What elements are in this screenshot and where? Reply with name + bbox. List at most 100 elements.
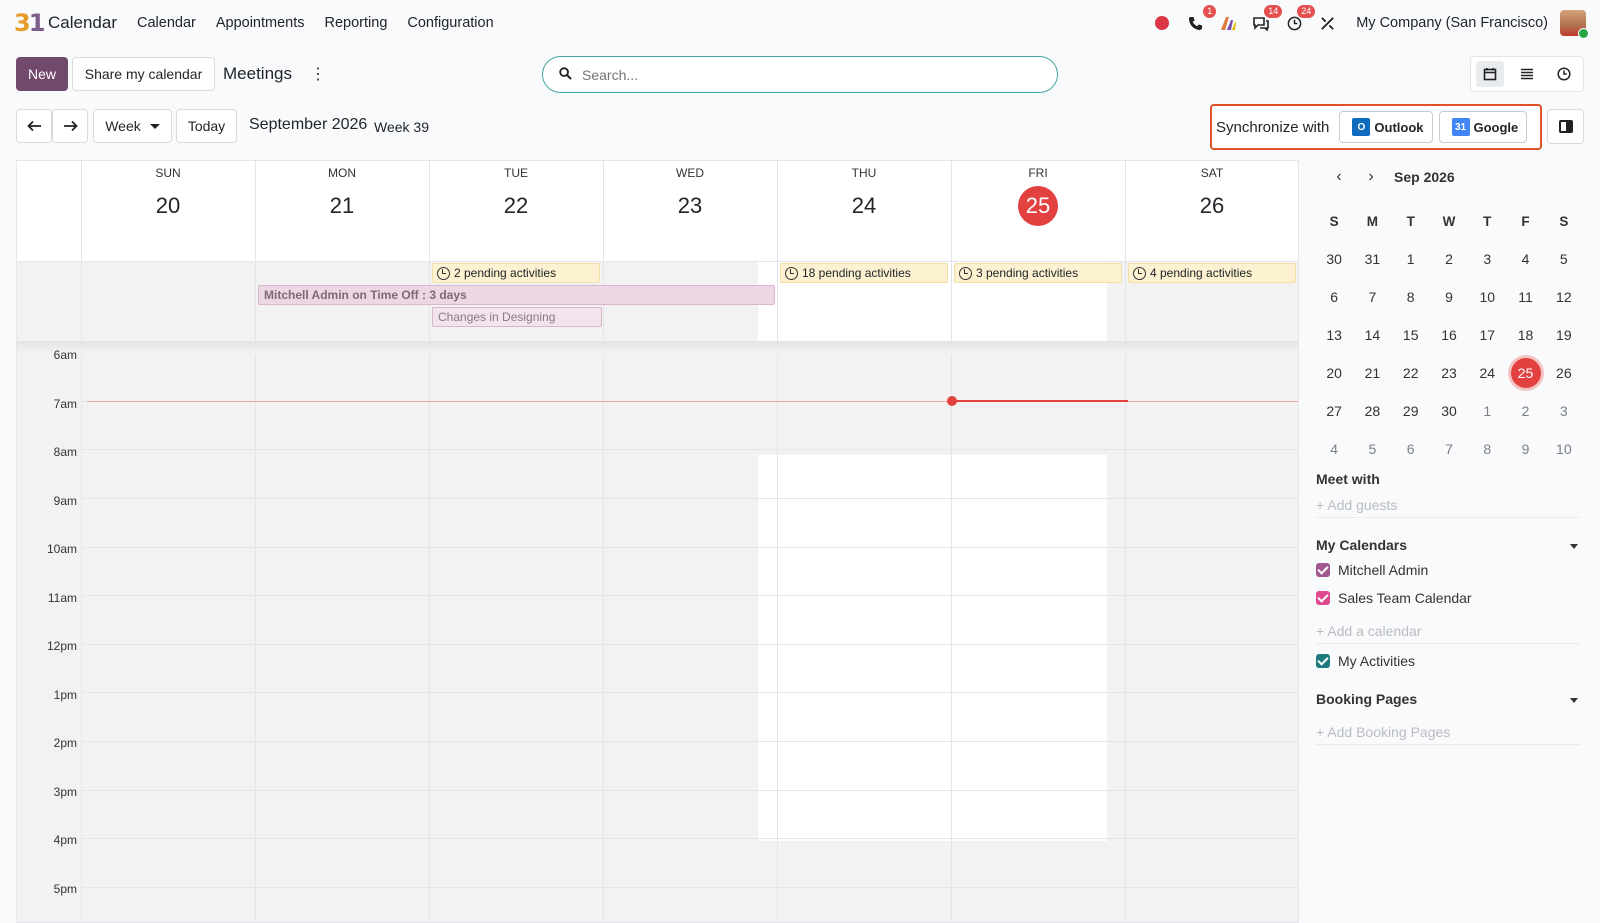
mini-day[interactable]: 1 bbox=[1392, 243, 1430, 275]
activity-view-icon[interactable] bbox=[1550, 61, 1578, 87]
menu-item-appointments[interactable]: Appointments bbox=[216, 15, 305, 31]
mini-day[interactable]: 2 bbox=[1430, 243, 1468, 275]
mini-day[interactable]: 4 bbox=[1506, 243, 1544, 275]
mini-day[interactable]: 29 bbox=[1392, 395, 1430, 427]
mini-day[interactable]: 31 bbox=[1353, 243, 1391, 275]
sync-google-button[interactable]: 31 Google bbox=[1438, 111, 1528, 143]
mini-day-other-month[interactable]: 7 bbox=[1430, 433, 1468, 465]
pending-activities-thu[interactable]: 18 pending activities bbox=[780, 263, 948, 283]
toggle-sidebar-button[interactable] bbox=[1547, 109, 1584, 144]
scale-dropdown[interactable]: Week bbox=[93, 109, 172, 143]
mini-day[interactable]: 20 bbox=[1315, 357, 1353, 389]
chevron-right-icon[interactable]: › bbox=[1362, 168, 1380, 186]
mini-day[interactable]: 13 bbox=[1315, 319, 1353, 351]
mini-day[interactable]: 21 bbox=[1353, 357, 1391, 389]
today-button[interactable]: Today bbox=[176, 109, 237, 143]
day-header-sat[interactable]: SAT 26 bbox=[1125, 161, 1298, 261]
mini-day-today[interactable]: 25 bbox=[1506, 357, 1544, 389]
mini-day-other-month[interactable]: 1 bbox=[1468, 395, 1506, 427]
menu-item-configuration[interactable]: Configuration bbox=[407, 15, 493, 31]
mini-day[interactable]: 23 bbox=[1430, 357, 1468, 389]
add-calendar-input[interactable]: + Add a calendar bbox=[1316, 623, 1580, 644]
mini-day[interactable]: 10 bbox=[1468, 281, 1506, 313]
new-button[interactable]: New bbox=[16, 57, 68, 91]
add-booking-pages-input[interactable]: + Add Booking Pages bbox=[1316, 724, 1580, 745]
user-avatar[interactable] bbox=[1560, 10, 1589, 39]
calendar-filter-mitchell[interactable]: Mitchell Admin bbox=[1316, 562, 1428, 578]
mini-day[interactable]: 5 bbox=[1545, 243, 1583, 275]
mini-day[interactable]: 18 bbox=[1506, 319, 1544, 351]
phone-icon[interactable]: 1 bbox=[1184, 5, 1217, 34]
day-header-tue[interactable]: TUE 22 bbox=[429, 161, 603, 261]
activities-clock-icon[interactable]: 24 bbox=[1283, 5, 1316, 34]
day-header-wed[interactable]: WED 23 bbox=[603, 161, 777, 261]
my-calendars-title[interactable]: My Calendars bbox=[1316, 537, 1407, 553]
day-header-fri[interactable]: FRI 25 bbox=[951, 161, 1125, 261]
share-calendar-button[interactable]: Share my calendar bbox=[72, 57, 215, 91]
checkbox-checked[interactable] bbox=[1316, 654, 1330, 668]
record-icon[interactable] bbox=[1151, 12, 1173, 34]
mini-day[interactable]: 26 bbox=[1545, 357, 1583, 389]
mini-day-other-month[interactable]: 10 bbox=[1545, 433, 1583, 465]
search-bar[interactable] bbox=[542, 56, 1058, 93]
mini-day-other-month[interactable]: 5 bbox=[1353, 433, 1391, 465]
mini-day[interactable]: 22 bbox=[1392, 357, 1430, 389]
mini-day[interactable]: 7 bbox=[1353, 281, 1391, 313]
ai-icon[interactable] bbox=[1217, 12, 1239, 34]
mini-day-other-month[interactable]: 3 bbox=[1545, 395, 1583, 427]
mini-day[interactable]: 27 bbox=[1315, 395, 1353, 427]
search-input[interactable] bbox=[582, 66, 1022, 83]
early-hours-area bbox=[17, 355, 1298, 455]
day-header-sun[interactable]: SUN 20 bbox=[81, 161, 255, 261]
chevron-left-icon[interactable]: ‹ bbox=[1330, 168, 1348, 186]
mini-day-other-month[interactable]: 9 bbox=[1506, 433, 1544, 465]
menu-item-calendar[interactable]: Calendar bbox=[137, 15, 196, 31]
mini-day-other-month[interactable]: 8 bbox=[1468, 433, 1506, 465]
calendar-filter-sales-team[interactable]: Sales Team Calendar bbox=[1316, 590, 1472, 606]
list-view-icon[interactable] bbox=[1513, 61, 1541, 87]
mini-day[interactable]: 16 bbox=[1430, 319, 1468, 351]
pending-activities-fri[interactable]: 3 pending activities bbox=[954, 263, 1122, 283]
tools-icon[interactable] bbox=[1316, 12, 1338, 34]
event-time-off[interactable]: Mitchell Admin on Time Off : 3 days bbox=[258, 285, 775, 305]
mini-day-other-month[interactable]: 4 bbox=[1315, 433, 1353, 465]
mini-day[interactable]: 28 bbox=[1353, 395, 1391, 427]
mini-day[interactable]: 9 bbox=[1430, 281, 1468, 313]
actions-kebab-icon[interactable]: ⋮ bbox=[310, 64, 326, 84]
mini-day[interactable]: 24 bbox=[1468, 357, 1506, 389]
mini-day[interactable]: 30 bbox=[1315, 243, 1353, 275]
mini-day-other-month[interactable]: 6 bbox=[1392, 433, 1430, 465]
pending-activities-tue[interactable]: 2 pending activities bbox=[432, 263, 600, 283]
menu-item-reporting[interactable]: Reporting bbox=[325, 15, 388, 31]
checkbox-checked[interactable] bbox=[1316, 591, 1330, 605]
mini-calendar-month: Sep 2026 bbox=[1394, 169, 1455, 185]
mini-day[interactable]: 8 bbox=[1392, 281, 1430, 313]
mini-day[interactable]: 3 bbox=[1468, 243, 1506, 275]
my-activities-filter[interactable]: My Activities bbox=[1316, 653, 1415, 669]
app-brand[interactable]: 31 Calendar bbox=[14, 9, 117, 37]
mini-day-other-month[interactable]: 2 bbox=[1506, 395, 1544, 427]
calendar-view-icon[interactable] bbox=[1475, 61, 1504, 87]
mini-day[interactable]: 17 bbox=[1468, 319, 1506, 351]
mini-day[interactable]: 11 bbox=[1506, 281, 1544, 313]
caret-down-icon[interactable] bbox=[1570, 544, 1578, 549]
next-week-button[interactable] bbox=[52, 109, 88, 143]
mini-day[interactable]: 6 bbox=[1315, 281, 1353, 313]
mini-day[interactable]: 19 bbox=[1545, 319, 1583, 351]
sync-outlook-button[interactable]: O Outlook bbox=[1339, 111, 1433, 143]
day-header-mon[interactable]: MON 21 bbox=[255, 161, 429, 261]
mini-day[interactable]: 15 bbox=[1392, 319, 1430, 351]
mini-day[interactable]: 14 bbox=[1353, 319, 1391, 351]
event-changes-in-designing[interactable]: Changes in Designing bbox=[432, 307, 602, 327]
mini-day[interactable]: 30 bbox=[1430, 395, 1468, 427]
mini-day[interactable]: 12 bbox=[1545, 281, 1583, 313]
day-header-thu[interactable]: THU 24 bbox=[777, 161, 951, 261]
booking-pages-title[interactable]: Booking Pages bbox=[1316, 691, 1417, 707]
caret-down-icon[interactable] bbox=[1570, 698, 1578, 703]
prev-week-button[interactable] bbox=[16, 109, 52, 143]
checkbox-checked[interactable] bbox=[1316, 563, 1330, 577]
add-guests-input[interactable]: + Add guests bbox=[1316, 497, 1580, 518]
company-switcher[interactable]: My Company (San Francisco) bbox=[1356, 15, 1548, 31]
pending-activities-sat[interactable]: 4 pending activities bbox=[1128, 263, 1296, 283]
messages-icon[interactable]: 14 bbox=[1250, 5, 1283, 34]
